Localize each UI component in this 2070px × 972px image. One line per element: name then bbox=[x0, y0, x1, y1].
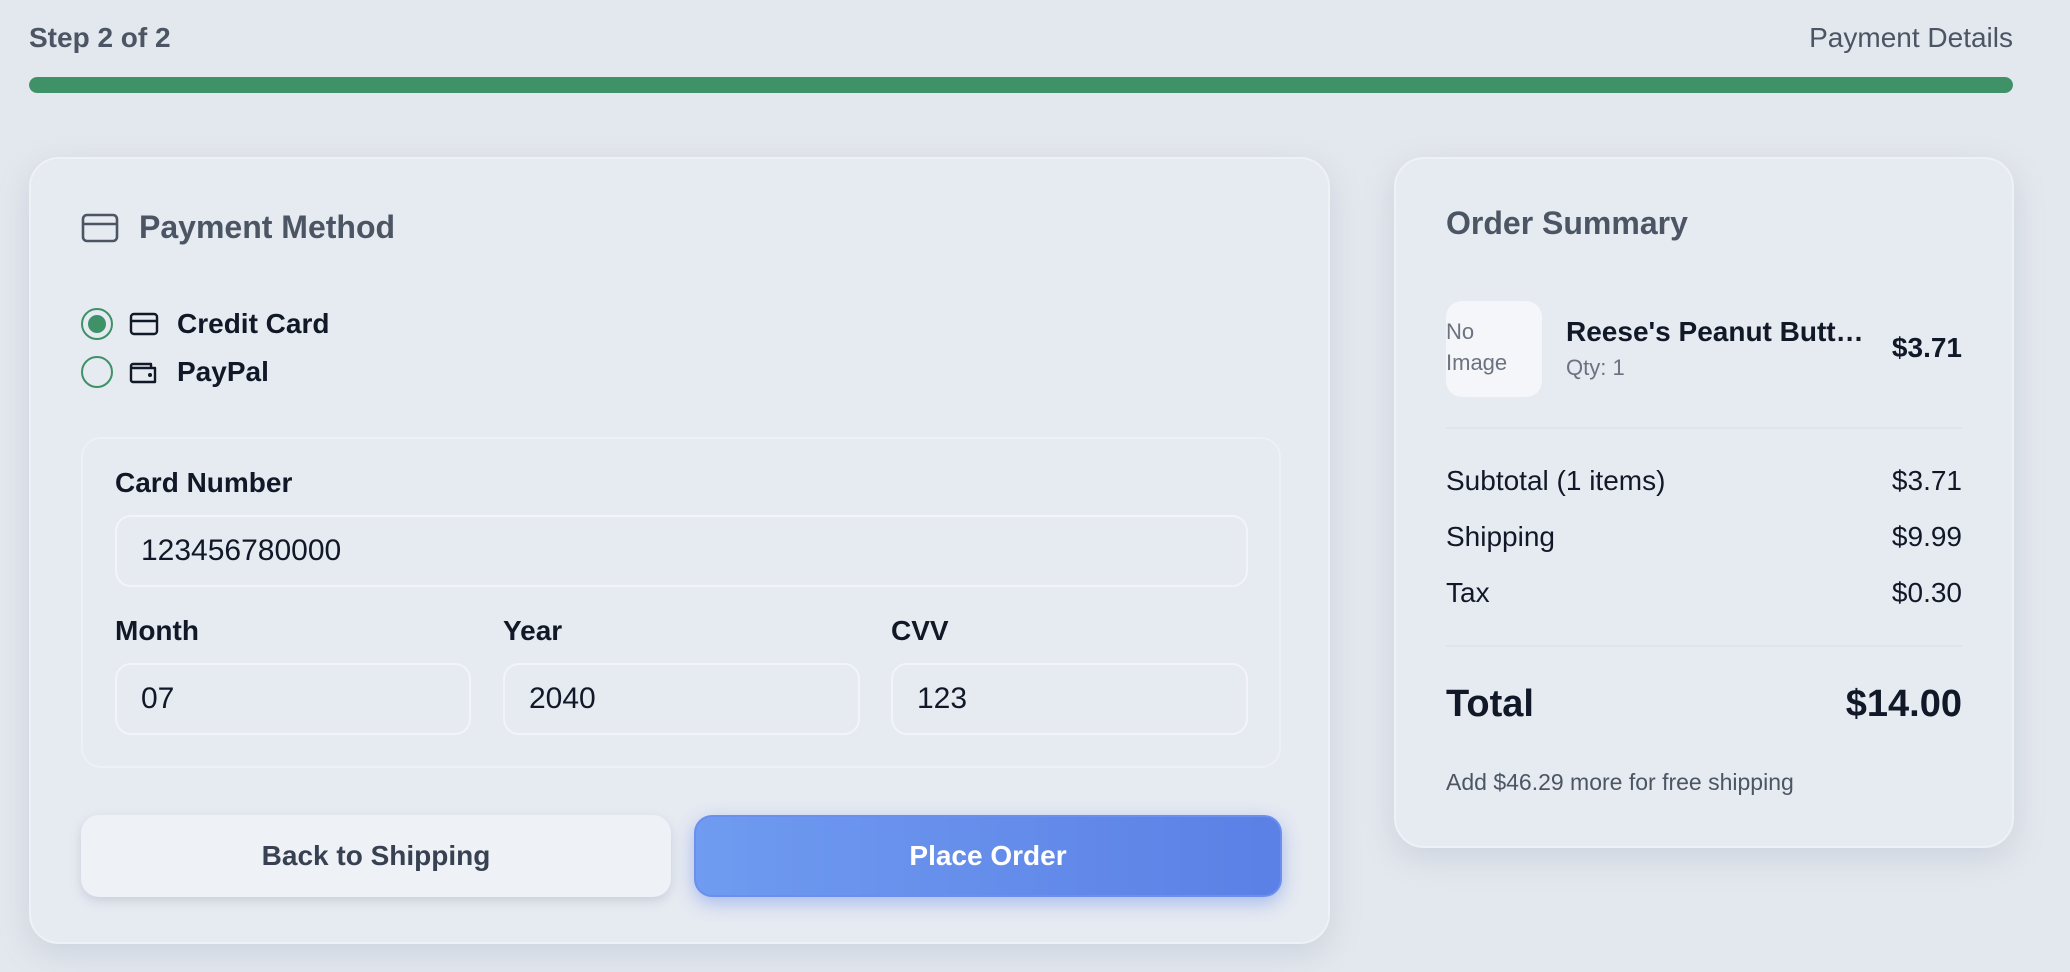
credit-card-icon bbox=[129, 312, 159, 336]
subtotal-row: Subtotal (1 items) $3.71 bbox=[1446, 465, 1962, 497]
cvv-label: CVV bbox=[891, 615, 949, 646]
progress-header: Step 2 of 2 Payment Details bbox=[29, 22, 2013, 54]
payment-method-card: Payment Method Credit Card PayPal Card N… bbox=[29, 157, 1330, 944]
total-row: Total $14.00 bbox=[1446, 683, 1962, 726]
checkout-page: Step 2 of 2 Payment Details Payment Meth… bbox=[0, 0, 2070, 972]
summary-divider bbox=[1446, 645, 1962, 647]
product-image-placeholder: No Image bbox=[1446, 301, 1542, 397]
year-input[interactable]: 2040 bbox=[503, 663, 860, 735]
order-summary-card: Order Summary No Image Reese's Peanut Bu… bbox=[1394, 157, 2014, 848]
subtotal-label: Subtotal (1 items) bbox=[1446, 465, 1666, 496]
summary-divider bbox=[1446, 427, 1962, 429]
payment-method-header: Payment Method bbox=[81, 209, 395, 246]
year-label: Year bbox=[503, 615, 563, 646]
place-order-button[interactable]: Place Order bbox=[694, 815, 1282, 897]
product-quantity: Qty: 1 bbox=[1566, 355, 1625, 380]
payment-option-paypal[interactable]: PayPal bbox=[81, 356, 269, 388]
order-summary-title: Order Summary bbox=[1446, 205, 1688, 241]
step-title: Payment Details bbox=[1809, 22, 2013, 53]
cvv-input[interactable]: 123 bbox=[891, 663, 1248, 735]
month-label: Month bbox=[115, 615, 199, 646]
progress-bar-fill bbox=[29, 77, 2013, 93]
credit-card-label: Credit Card bbox=[177, 308, 330, 339]
free-shipping-note: Add $46.29 more for free shipping bbox=[1446, 769, 1794, 795]
wallet-icon bbox=[129, 362, 157, 384]
no-image-text-line2: Image bbox=[1446, 350, 1508, 375]
shipping-value: $9.99 bbox=[1891, 521, 1962, 552]
step-indicator: Step 2 of 2 bbox=[29, 22, 171, 53]
radio-selected-dot bbox=[88, 315, 106, 333]
month-input[interactable]: 07 bbox=[115, 663, 471, 735]
shipping-row: Shipping $9.99 bbox=[1446, 521, 1962, 553]
product-price: $3.71 bbox=[1891, 332, 1962, 363]
tax-label: Tax bbox=[1446, 577, 1490, 608]
paypal-radio[interactable] bbox=[81, 356, 113, 388]
card-details-form: Card Number 123456780000 Month 07 Year 2… bbox=[81, 437, 1281, 768]
back-to-shipping-button[interactable]: Back to Shipping bbox=[81, 815, 671, 897]
payment-method-title: Payment Method bbox=[139, 209, 396, 245]
tax-row: Tax $0.30 bbox=[1446, 577, 1962, 609]
progress-bar bbox=[29, 77, 2013, 93]
card-number-input[interactable]: 123456780000 bbox=[115, 515, 1248, 587]
paypal-label: PayPal bbox=[177, 356, 269, 387]
shipping-label: Shipping bbox=[1446, 521, 1555, 552]
credit-card-icon bbox=[81, 213, 119, 242]
subtotal-value: $3.71 bbox=[1891, 465, 1962, 496]
credit-card-radio[interactable] bbox=[81, 308, 113, 340]
no-image-text-line1: No bbox=[1446, 319, 1475, 344]
tax-value: $0.30 bbox=[1891, 577, 1962, 608]
card-number-label: Card Number bbox=[115, 467, 293, 498]
product-name: Reese's Peanut Butte... bbox=[1566, 316, 1866, 347]
payment-option-credit-card[interactable]: Credit Card bbox=[81, 308, 329, 340]
total-value: $14.00 bbox=[1845, 683, 1962, 725]
total-label: Total bbox=[1446, 683, 1534, 725]
